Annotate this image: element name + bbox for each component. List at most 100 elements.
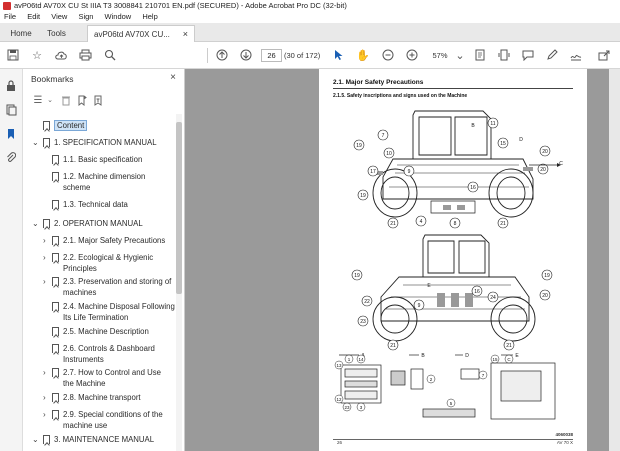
svg-text:16: 16 bbox=[474, 289, 480, 295]
bookmark-operation-manual[interactable]: ⌄ 2. OPERATION MANUAL bbox=[32, 218, 143, 229]
svg-text:17: 17 bbox=[370, 169, 376, 175]
previous-page-icon[interactable] bbox=[214, 47, 230, 63]
roller-diagram-top: 19 7 10 17 19 4 8 11 15 20 20 21 21 9 16 B D C bbox=[353, 110, 563, 229]
bookmark-machine-transport[interactable]: › 2.8. Machine transport bbox=[43, 392, 173, 403]
bookmark-machine-disposal[interactable]: 2.4. Machine Disposal Following Its Life… bbox=[52, 301, 175, 323]
save-icon[interactable] bbox=[5, 47, 21, 63]
tab-tools[interactable]: Tools bbox=[40, 25, 73, 42]
bookmark-maintenance-manual[interactable]: ⌄ 3. MAINTENANCE MANUAL bbox=[32, 434, 154, 445]
menu-help[interactable]: Help bbox=[142, 12, 157, 21]
bookmark-controls-dashboard[interactable]: 2.6. Controls & Dashboard Instruments bbox=[52, 343, 171, 365]
svg-text:B: B bbox=[471, 123, 475, 129]
next-page-icon[interactable] bbox=[238, 47, 254, 63]
footer-code: AV 70 X bbox=[556, 440, 573, 445]
tab-close-icon[interactable]: × bbox=[183, 26, 188, 43]
bookmark-how-to-control[interactable]: › 2.7. How to Control and Use the Machin… bbox=[43, 367, 173, 389]
svg-text:22: 22 bbox=[364, 299, 370, 305]
svg-text:11: 11 bbox=[490, 121, 495, 127]
zoom-out-icon[interactable] bbox=[380, 47, 396, 63]
svg-text:E: E bbox=[427, 283, 431, 289]
bookmark-basic-specification[interactable]: 1.1. Basic specification bbox=[52, 154, 163, 165]
menu-sign[interactable]: Sign bbox=[78, 12, 93, 21]
highlight-pen-icon[interactable] bbox=[544, 47, 560, 63]
expand-chevron-icon[interactable]: › bbox=[43, 252, 46, 263]
bookmark-icon bbox=[52, 277, 59, 286]
svg-text:C: C bbox=[559, 161, 563, 167]
select-cursor-icon[interactable] bbox=[331, 47, 347, 63]
lock-icon[interactable] bbox=[4, 79, 18, 93]
tab-document-label: avP06td AV70X CU... bbox=[94, 30, 170, 39]
bookmark-icon bbox=[52, 368, 59, 377]
search-icon[interactable] bbox=[102, 47, 118, 63]
svg-text:7: 7 bbox=[382, 133, 385, 139]
bookmark-special-conditions[interactable]: › 2.9. Special conditions of the machine… bbox=[43, 409, 173, 431]
comment-icon[interactable] bbox=[520, 47, 536, 63]
safety-labels-detail: ABDE bbox=[334, 353, 556, 420]
document-viewport[interactable]: 2.1. Major Safety Precautions 2.1.5. Saf… bbox=[185, 69, 620, 451]
bookmark-specification-manual[interactable]: ⌄ 1. SPECIFICATION MANUAL bbox=[32, 137, 157, 148]
diagram-reference: 4060038 bbox=[555, 432, 573, 437]
bookmark-icon bbox=[52, 327, 59, 336]
expand-chevron-icon[interactable]: › bbox=[43, 392, 46, 403]
share-icon[interactable] bbox=[596, 47, 612, 63]
upload-cloud-icon[interactable] bbox=[53, 47, 69, 63]
menu-edit[interactable]: Edit bbox=[27, 12, 40, 21]
bookmark-machine-description[interactable]: 2.5. Machine Description bbox=[52, 326, 173, 337]
svg-text:9: 9 bbox=[418, 303, 421, 309]
bookmark-icon bbox=[52, 253, 59, 262]
bookmark-star-icon[interactable]: ☆ bbox=[29, 47, 45, 63]
bookmark-preservation-storing[interactable]: › 2.3. Preservation and storing of machi… bbox=[43, 276, 175, 298]
tab-home[interactable]: Home bbox=[3, 25, 39, 42]
bookmark-from-text-icon[interactable] bbox=[91, 93, 105, 107]
delete-bookmark-icon[interactable] bbox=[59, 93, 73, 107]
new-bookmark-icon[interactable] bbox=[75, 93, 89, 107]
menu-window[interactable]: Window bbox=[105, 12, 132, 21]
tab-document[interactable]: avP06td AV70X CU... × bbox=[87, 25, 195, 42]
bookmark-ecological-hygienic-principles[interactable]: › 2.2. Ecological & Hygienic Principles bbox=[43, 252, 173, 274]
svg-text:4: 4 bbox=[420, 219, 423, 225]
expand-chevron-icon[interactable]: › bbox=[43, 235, 46, 246]
collapse-chevron-icon[interactable]: ⌄ bbox=[32, 434, 39, 445]
toolbar: ☆ 26 (30 of 172) ✋ 57% ⌄ bbox=[0, 42, 620, 69]
sign-icon[interactable] bbox=[568, 47, 584, 63]
zoom-in-icon[interactable] bbox=[404, 47, 420, 63]
page-number-input[interactable]: 26 bbox=[261, 49, 282, 62]
svg-text:D: D bbox=[519, 137, 523, 143]
hand-tool-icon[interactable]: ✋ bbox=[355, 47, 371, 63]
menu-view[interactable]: View bbox=[51, 12, 67, 21]
page-thumbnails-icon[interactable] bbox=[4, 103, 18, 117]
svg-text:14: 14 bbox=[358, 357, 364, 362]
zoom-dropdown-icon[interactable]: ⌄ bbox=[452, 47, 468, 63]
expand-chevron-icon[interactable]: › bbox=[43, 367, 46, 378]
section-divider bbox=[333, 88, 573, 89]
zoom-level[interactable]: 57% bbox=[428, 49, 452, 62]
svg-text:21: 21 bbox=[500, 221, 506, 227]
bookmark-major-safety-precautions[interactable]: › 2.1. Major Safety Precautions bbox=[43, 235, 175, 246]
bookmark-technical-data[interactable]: 1.3. Technical data bbox=[52, 199, 163, 210]
fit-page-icon[interactable] bbox=[472, 47, 488, 63]
options-dropdown-icon[interactable]: ⌄ bbox=[43, 93, 57, 107]
bookmarks-scrollbar[interactable] bbox=[176, 114, 182, 451]
bookmark-icon bbox=[52, 344, 59, 353]
scroll-mode-icon[interactable] bbox=[496, 47, 512, 63]
expand-chevron-icon[interactable]: › bbox=[43, 276, 46, 287]
collapse-chevron-icon[interactable]: ⌄ bbox=[32, 218, 39, 229]
svg-text:20: 20 bbox=[542, 293, 548, 299]
bookmarks-close-icon[interactable]: × bbox=[170, 72, 176, 83]
menu-file[interactable]: File bbox=[4, 12, 16, 21]
bookmark-machine-dimension-scheme[interactable]: 1.2. Machine dimension scheme bbox=[52, 171, 163, 193]
expand-chevron-icon[interactable]: › bbox=[43, 409, 46, 420]
print-icon[interactable] bbox=[77, 47, 93, 63]
svg-text:20: 20 bbox=[542, 149, 548, 155]
svg-text:19: 19 bbox=[356, 143, 362, 149]
svg-text:21: 21 bbox=[390, 343, 396, 349]
bookmarks-panel-icon[interactable] bbox=[4, 127, 18, 141]
svg-text:15: 15 bbox=[492, 357, 498, 362]
bookmark-content[interactable]: Content bbox=[43, 120, 88, 131]
collapse-chevron-icon[interactable]: ⌄ bbox=[32, 137, 39, 148]
svg-text:21: 21 bbox=[506, 343, 512, 349]
attachments-icon[interactable] bbox=[4, 151, 18, 165]
document-scrollbar[interactable] bbox=[609, 69, 620, 451]
bookmarks-scroll-thumb[interactable] bbox=[176, 122, 182, 294]
footer-divider bbox=[333, 438, 573, 439]
